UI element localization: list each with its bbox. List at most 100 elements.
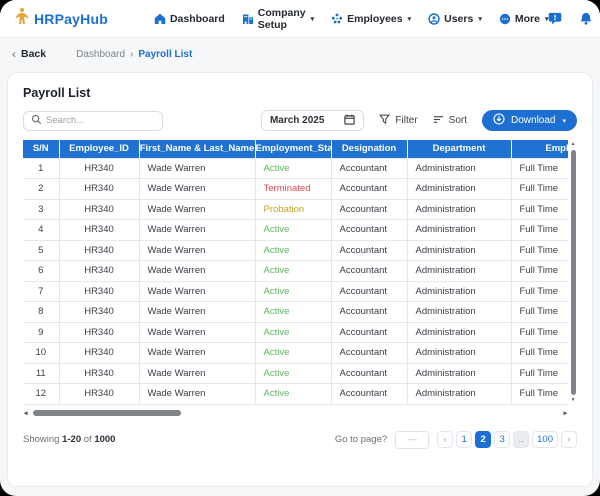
cell-employee_id: HR340 (58, 342, 140, 364)
goto-page-input[interactable] (395, 430, 430, 449)
page-button-100[interactable]: 100 (532, 431, 558, 448)
back-button[interactable]: ‹ Back (12, 47, 46, 61)
page-prev-button[interactable]: ‹ (437, 431, 454, 448)
nav-label: Employees (347, 12, 403, 25)
table-row[interactable]: 12 HR340 Wade Warren Active Accountant Admini… (23, 383, 568, 405)
horizontal-scroll-track[interactable] (31, 410, 560, 416)
breadcrumb-separator: › (130, 48, 134, 60)
payroll-table: S/N Employee_ID First_Name & Last_Name Empl… (23, 140, 568, 405)
download-button[interactable]: Download ▾ (482, 110, 577, 131)
chevron-down-icon: ▾ (310, 15, 315, 23)
table-row[interactable]: 10 HR340 Wade Warren Active Accountant Admini… (23, 342, 568, 364)
table-row[interactable]: 7 HR340 Wade Warren Active Accountant Adminis… (23, 280, 568, 302)
cell-department: Administration (406, 321, 512, 343)
page-button-2[interactable]: 2 (475, 431, 492, 448)
logo-icon (14, 7, 30, 30)
column-header-status: Employment_Status (255, 140, 332, 158)
scroll-down-icon[interactable]: ▼ (571, 396, 576, 403)
page-ellipsis[interactable]: .. (513, 431, 530, 448)
status-cell: Active (254, 383, 332, 405)
cell-employment_type: Full Time (510, 260, 568, 282)
nav-item-dashboard[interactable]: Dashboard (154, 13, 225, 25)
status-cell: Active (254, 321, 332, 343)
table-row[interactable]: 8 HR340 Wade Warren Active Accountant Adminis… (23, 301, 568, 323)
cell-employee_id: HR340 (58, 383, 140, 405)
filter-button[interactable]: Filter (379, 114, 418, 128)
column-header-employment_type: Employment_Type (511, 140, 568, 158)
status-cell: Active (254, 219, 332, 241)
cell-designation: Accountant (330, 198, 408, 220)
table-row[interactable]: 1 HR340 Wade Warren Active Accountant Adminis… (23, 157, 568, 179)
download-label: Download (511, 115, 556, 126)
app-logo[interactable]: HRPayHub (14, 7, 108, 30)
vertical-scrollbar[interactable]: ▲ ▼ (569, 140, 577, 405)
back-arrow-icon: ‹ (12, 47, 16, 61)
breadcrumb-dashboard[interactable]: Dashboard (76, 49, 125, 60)
table-row[interactable]: 5 HR340 Wade Warren Active Accountant Adminis… (23, 239, 568, 261)
scroll-left-icon[interactable]: ◀ (24, 410, 30, 416)
cell-employment_type: Full Time (510, 383, 568, 405)
sort-button[interactable]: Sort (433, 114, 467, 128)
vertical-scroll-thumb[interactable] (570, 150, 576, 395)
month-picker[interactable]: March 2025 (260, 110, 365, 131)
cell-department: Administration (406, 362, 512, 384)
cell-employee_id: HR340 (58, 178, 140, 200)
cell-designation: Accountant (330, 280, 408, 302)
cell-department: Administration (406, 239, 512, 261)
horizontal-scroll-thumb[interactable] (33, 410, 182, 416)
cell-designation: Accountant (330, 178, 408, 200)
nav-label: Company Setup (257, 6, 306, 31)
notifications-bell-icon[interactable] (579, 12, 593, 26)
table-row[interactable]: 2 HR340 Wade Warren Terminated Accountant Adm… (23, 178, 568, 200)
cell-name: Wade Warren (138, 219, 256, 241)
table-row[interactable]: 6 HR340 Wade Warren Active Accountant Adminis… (23, 260, 568, 282)
search-box[interactable] (23, 110, 163, 131)
cell-name: Wade Warren (138, 383, 256, 405)
chat-icon[interactable] (548, 12, 562, 26)
table-row[interactable]: 9 HR340 Wade Warren Active Accountant Adminis… (23, 321, 568, 343)
column-header-name: First_Name & Last_Name (139, 140, 256, 158)
scroll-up-icon[interactable]: ▲ (571, 141, 576, 148)
page-title: Payroll List (23, 86, 91, 100)
table-row[interactable]: 3 HR340 Wade Warren Probation Accountant Admi… (23, 198, 568, 220)
cell-employment_type: Full Time (510, 280, 568, 302)
page-button-3[interactable]: 3 (494, 431, 511, 448)
cell-department: Administration (406, 260, 512, 282)
page-button-1[interactable]: 1 (456, 431, 473, 448)
filter-label: Filter (395, 115, 418, 126)
showing-prefix: Showing (23, 434, 60, 445)
cell-employment_type: Full Time (510, 342, 568, 364)
main-nav: Dashboard Company Setup ▾ Employees ▾ Us… (154, 7, 548, 31)
status-cell: Active (254, 280, 332, 302)
cell-name: Wade Warren (138, 157, 256, 179)
nav-item-users[interactable]: Users ▾ (428, 13, 482, 25)
table-scroll-area[interactable]: S/N Employee_ID First_Name & Last_Name Empl… (23, 140, 568, 405)
nav-item-company-setup[interactable]: Company Setup ▾ (242, 7, 314, 31)
horizontal-scrollbar[interactable]: ◀ ▶ (23, 409, 577, 418)
nav-item-more[interactable]: More ▾ (499, 13, 548, 25)
cell-designation: Accountant (330, 383, 408, 405)
column-header-sn: S/N (23, 140, 60, 158)
column-header-employee_id: Employee_ID (59, 140, 140, 158)
table-row[interactable]: 4 HR340 Wade Warren Active Accountant Adminis… (23, 219, 568, 241)
nav-item-employees[interactable]: Employees ▾ (331, 13, 411, 25)
cell-designation: Accountant (330, 219, 408, 241)
cell-employee_id: HR340 (58, 157, 140, 179)
search-input[interactable] (46, 115, 155, 126)
users-icon (428, 12, 440, 25)
cell-name: Wade Warren (138, 178, 256, 200)
cell-designation: Accountant (330, 239, 408, 261)
cell-department: Administration (406, 157, 512, 179)
toolbar-actions: March 2025 Filter Sort Download ▾ (260, 110, 577, 131)
cell-department: Administration (406, 178, 512, 200)
cell-employee_id: HR340 (58, 280, 140, 302)
table-row[interactable]: 11 HR340 Wade Warren Active Accountant Admini… (23, 362, 568, 384)
page-next-button[interactable]: › (561, 431, 577, 448)
scroll-right-icon[interactable]: ▶ (561, 410, 568, 416)
cell-sn: 2 (23, 178, 60, 200)
cell-employment_type: Full Time (510, 198, 568, 220)
toolbar: March 2025 Filter Sort (23, 110, 577, 131)
cell-sn: 7 (23, 280, 60, 302)
cell-employee_id: HR340 (58, 301, 140, 323)
breadcrumb-current: Payroll List (138, 48, 193, 60)
